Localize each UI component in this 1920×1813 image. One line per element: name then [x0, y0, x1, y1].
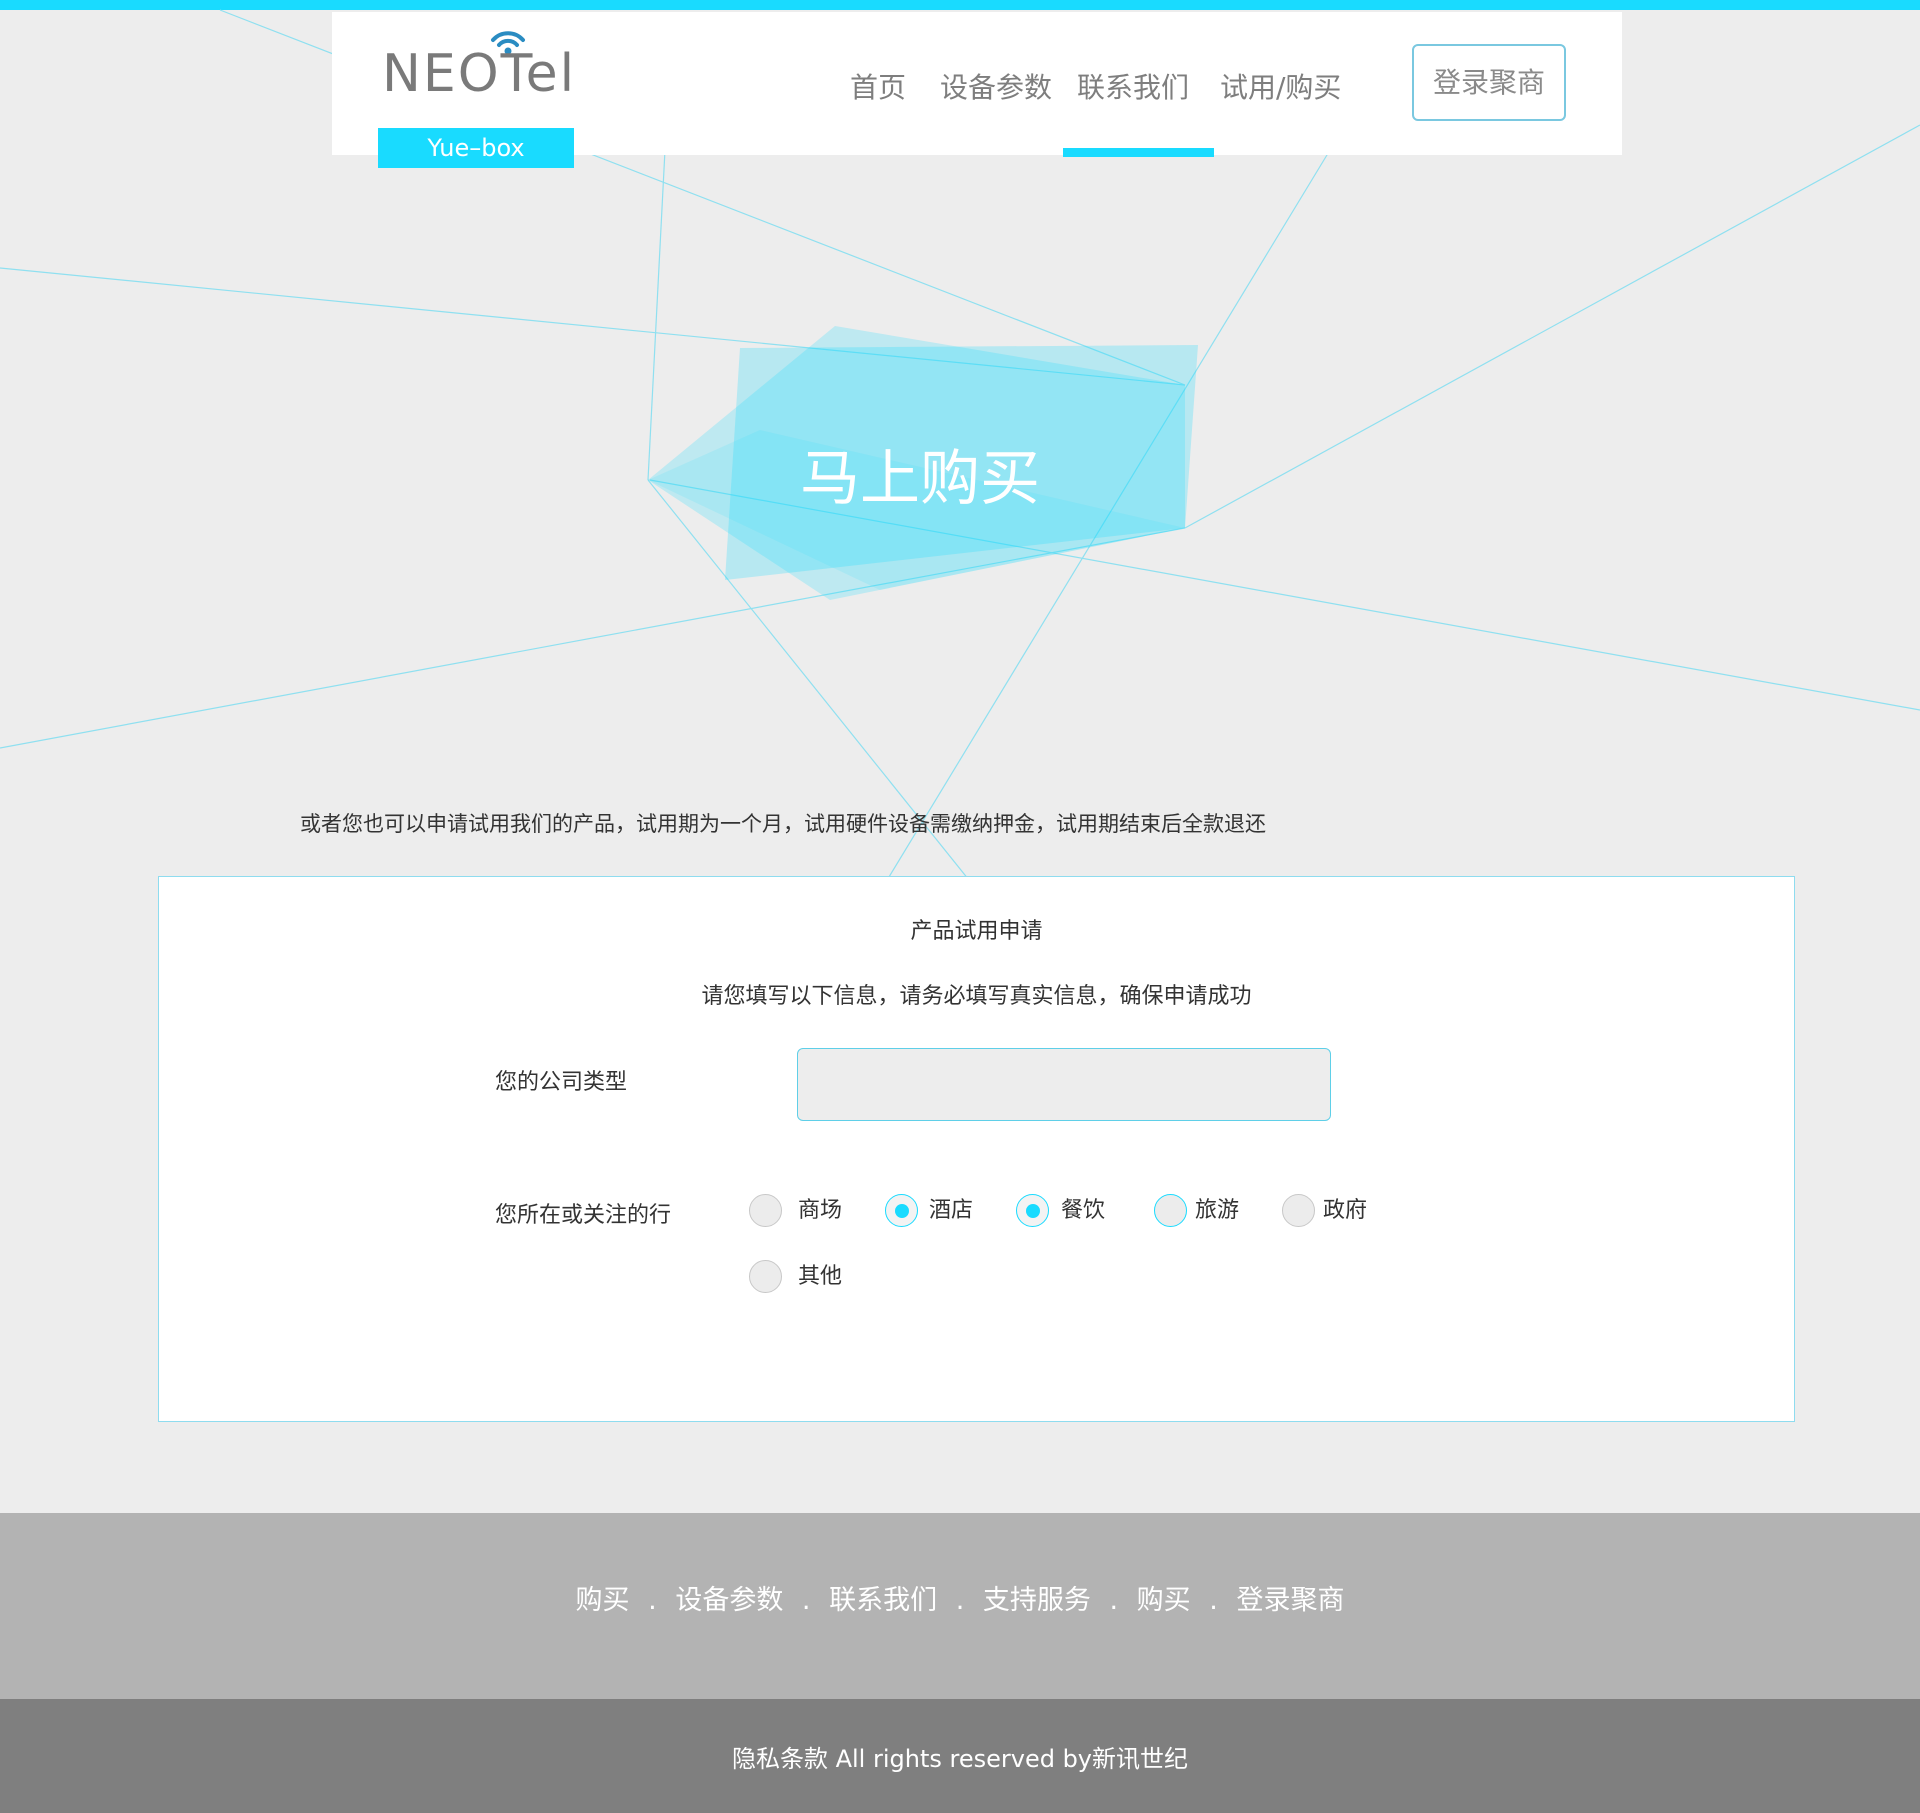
radio-label: 政府 — [1323, 1198, 1368, 1223]
radio-button[interactable] — [749, 1194, 782, 1227]
form-title: 产品试用申请 — [910, 919, 1043, 944]
footer-link-contact[interactable]: 联系我们 — [829, 1578, 937, 1617]
top-accent-strip — [0, 0, 1920, 10]
radio-button[interactable] — [1154, 1194, 1187, 1227]
nav-item-contact[interactable]: 联系我们 — [1077, 64, 1189, 112]
footer-separator: . — [1109, 1585, 1119, 1616]
industry-label: 您所在或关注的行 — [495, 1203, 672, 1228]
radio-label: 旅游 — [1195, 1198, 1240, 1223]
radio-button[interactable] — [885, 1194, 918, 1227]
radio-label: 商场 — [798, 1198, 843, 1223]
footer-separator: . — [648, 1585, 657, 1616]
footer-link-login[interactable]: 登录聚商 — [1236, 1578, 1344, 1617]
nav-item-trial-buy[interactable]: 试用/购买 — [1220, 64, 1341, 112]
footer-nav: 购买 . 设备参数 . 联系我们 . 支持服务 . 购买 . 登录聚商 — [0, 1513, 1920, 1699]
radio-label: 餐饮 — [1061, 1198, 1106, 1223]
nav-item-home[interactable]: 首页 — [850, 64, 906, 112]
product-badge: Yue–box — [378, 128, 574, 168]
radio-button[interactable] — [1282, 1194, 1315, 1227]
trial-intro-text: 或者您也可以申请试用我们的产品，试用期为一个月，试用硬件设备需缴纳押金，试用期结… — [300, 812, 1266, 836]
footer-link-buy[interactable]: 购买 — [576, 1578, 630, 1617]
footer-separator: . — [801, 1585, 811, 1616]
radio-label: 酒店 — [929, 1198, 974, 1223]
buy-now-hero-button[interactable]: 马上购买 — [790, 430, 1050, 517]
logo-wordmark: NEOTel — [382, 44, 577, 104]
login-partner-button[interactable]: 登录聚商 — [1412, 44, 1566, 121]
copyright-text: 隐私条款 All rights reserved by新讯世纪 — [731, 1745, 1189, 1773]
nav-item-specs[interactable]: 设备参数 — [940, 64, 1052, 112]
radio-button[interactable] — [1016, 1194, 1049, 1227]
footer-link-support[interactable]: 支持服务 — [983, 1578, 1091, 1617]
footer-link-buy-2[interactable]: 购买 — [1137, 1578, 1191, 1617]
footer-separator: . — [955, 1585, 965, 1616]
footer-links: 购买 . 设备参数 . 联系我们 . 支持服务 . 购买 . 登录聚商 — [0, 1578, 1920, 1617]
trial-application-form: 产品试用申请 请您填写以下信息，请务必填写真实信息，确保申请成功 您的公司类型 … — [158, 876, 1795, 1422]
company-type-label: 您的公司类型 — [495, 1070, 628, 1095]
radio-button[interactable] — [749, 1260, 782, 1293]
nav-active-indicator — [1063, 148, 1214, 157]
footer-separator: . — [1209, 1585, 1218, 1616]
footer-link-specs[interactable]: 设备参数 — [675, 1578, 783, 1617]
company-type-input[interactable] — [797, 1048, 1331, 1121]
neotel-logo[interactable]: NEOTel — [382, 26, 582, 106]
radio-label: 其他 — [798, 1264, 843, 1289]
form-subtitle: 请您填写以下信息，请务必填写真实信息，确保申请成功 — [701, 984, 1252, 1009]
footer-bottom: 隐私条款 All rights reserved by新讯世纪 — [0, 1699, 1920, 1813]
